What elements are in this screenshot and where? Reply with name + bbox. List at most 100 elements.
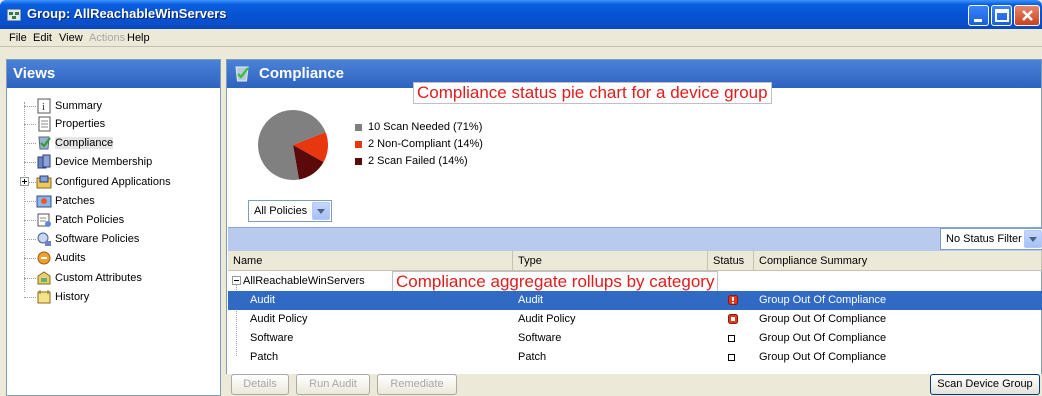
remediate-button[interactable]: Remediate <box>377 374 457 395</box>
legend-swatch <box>355 123 362 131</box>
error-status-icon <box>728 314 738 324</box>
summary-icon: i <box>37 98 51 114</box>
policy-select[interactable]: All Policies <box>248 200 332 222</box>
view-compliance[interactable]: Compliance <box>36 134 114 152</box>
patches-icon <box>36 195 52 208</box>
view-patch-policies[interactable]: Patch Policies <box>36 211 124 229</box>
view-custom-attributes[interactable]: Custom Attributes <box>36 269 142 287</box>
view-configured-applications[interactable]: Configured Applications <box>36 173 171 191</box>
maximize-icon <box>995 9 1009 22</box>
legend-scan-failed: 2 Scan Failed (14%) <box>355 155 468 167</box>
row-summary: Group Out Of Compliance <box>759 313 887 325</box>
legend-scan-needed: 10 Scan Needed (71%) <box>355 121 482 133</box>
history-icon <box>37 290 51 304</box>
view-patches-label: Patches <box>55 195 95 207</box>
compliance-pie-chart <box>258 110 328 180</box>
menu-view[interactable]: View <box>59 32 83 44</box>
view-history-label: History <box>55 291 90 303</box>
tree-connector <box>24 297 36 298</box>
row-type: Audit Policy <box>518 313 576 325</box>
tree-connector <box>24 106 36 107</box>
app-icon <box>6 8 22 22</box>
table-annotation: Compliance aggregate rollups by category <box>392 271 719 293</box>
view-history[interactable]: History <box>36 288 89 306</box>
group-row-name: AllReachableWinServers <box>243 275 365 287</box>
compliance-icon <box>38 136 51 150</box>
pie-chart-annotation: Compliance status pie chart for a device… <box>413 82 772 104</box>
software-policies-icon <box>37 232 51 246</box>
view-custom-attributes-label: Custom Attributes <box>55 272 142 284</box>
view-patches[interactable]: Patches <box>36 192 95 210</box>
column-header-type[interactable]: Type <box>513 251 708 271</box>
configured-applications-expander[interactable] <box>20 177 29 186</box>
view-device-membership[interactable]: Device Membership <box>36 153 152 171</box>
menu-actions[interactable]: Actions <box>89 32 125 44</box>
legend-scan-needed-label: 10 Scan Needed (71%) <box>368 121 483 133</box>
tree-connector <box>24 143 36 144</box>
view-summary-label: Summary <box>55 100 103 112</box>
properties-icon <box>38 116 51 132</box>
column-header-status[interactable]: Status <box>708 251 754 271</box>
details-button[interactable]: Details <box>231 374 289 395</box>
svg-text:i: i <box>42 102 45 113</box>
menu-file[interactable]: File <box>9 32 27 44</box>
column-header-summary[interactable]: Compliance Summary <box>754 251 1042 271</box>
legend-swatch <box>355 157 362 165</box>
column-header-name[interactable]: Name <box>228 251 513 271</box>
tree-connector <box>24 201 36 202</box>
row-name: Audit Policy <box>250 313 308 325</box>
table-row[interactable]: Software Software Group Out Of Complianc… <box>228 329 1042 348</box>
menu-bar: File Edit View Actions Help <box>0 29 1042 47</box>
action-button-bar: Details Run Audit Remediate Scan Device … <box>226 374 1042 396</box>
scan-device-group-button[interactable]: Scan Device Group <box>930 374 1040 395</box>
menu-edit[interactable]: Edit <box>33 32 52 44</box>
legend-swatch <box>355 140 362 148</box>
row-summary: Group Out Of Compliance <box>759 351 887 363</box>
view-summary[interactable]: i Summary <box>36 97 102 115</box>
chevron-down-icon <box>312 202 330 220</box>
error-status-icon <box>728 295 738 305</box>
patch-policies-icon <box>37 213 51 227</box>
window-title-bar[interactable]: Group: AllReachableWinServers <box>0 0 1042 29</box>
audits-icon <box>37 251 51 265</box>
close-icon <box>1022 10 1033 21</box>
views-header: Views <box>7 60 220 88</box>
chevron-down-icon <box>1024 230 1042 248</box>
table-row[interactable]: Audit Audit Group Out Of Compliance <box>228 291 1042 310</box>
row-name: Audit <box>250 294 276 306</box>
menu-help[interactable]: Help <box>127 32 150 44</box>
view-patch-policies-label: Patch Policies <box>55 214 125 226</box>
maximize-button[interactable] <box>991 5 1012 26</box>
tree-connector <box>24 124 36 125</box>
view-device-membership-label: Device Membership <box>55 156 153 168</box>
view-software-policies[interactable]: Software Policies <box>36 230 139 248</box>
view-audits[interactable]: Audits <box>36 249 86 267</box>
row-summary: Group Out Of Compliance <box>759 332 887 344</box>
status-filter-select[interactable]: No Status Filter <box>940 228 1042 250</box>
compliance-panel: Compliance Compliance status pie chart f… <box>226 59 1042 396</box>
device-membership-icon <box>37 154 51 169</box>
tree-connector <box>24 102 25 292</box>
legend-scan-failed-label: 2 Scan Failed (14%) <box>368 155 468 167</box>
close-button[interactable] <box>1014 5 1040 26</box>
view-properties[interactable]: Properties <box>36 115 105 133</box>
status-square-icon <box>728 354 735 361</box>
status-square-icon <box>728 335 735 342</box>
row-type: Audit <box>518 294 544 306</box>
row-type: Software <box>518 332 562 344</box>
minimize-button[interactable] <box>968 5 989 26</box>
row-name: Software <box>250 332 294 344</box>
configured-applications-icon <box>36 175 52 189</box>
view-audits-label: Audits <box>55 252 86 264</box>
legend-non-compliant: 2 Non-Compliant (14%) <box>355 138 483 150</box>
run-audit-button[interactable]: Run Audit <box>296 374 370 395</box>
table-row[interactable]: Audit Policy Audit Policy Group Out Of C… <box>228 310 1042 329</box>
table-row[interactable]: Patch Patch Group Out Of Compliance <box>228 348 1042 367</box>
tree-connector <box>24 258 36 259</box>
tree-connector <box>24 278 36 279</box>
view-software-policies-label: Software Policies <box>55 233 140 245</box>
compliance-icon <box>235 66 249 82</box>
tree-connector <box>24 239 36 240</box>
views-panel: Views i Summary Properties Compliance De… <box>6 59 221 396</box>
tree-connector <box>24 220 36 221</box>
